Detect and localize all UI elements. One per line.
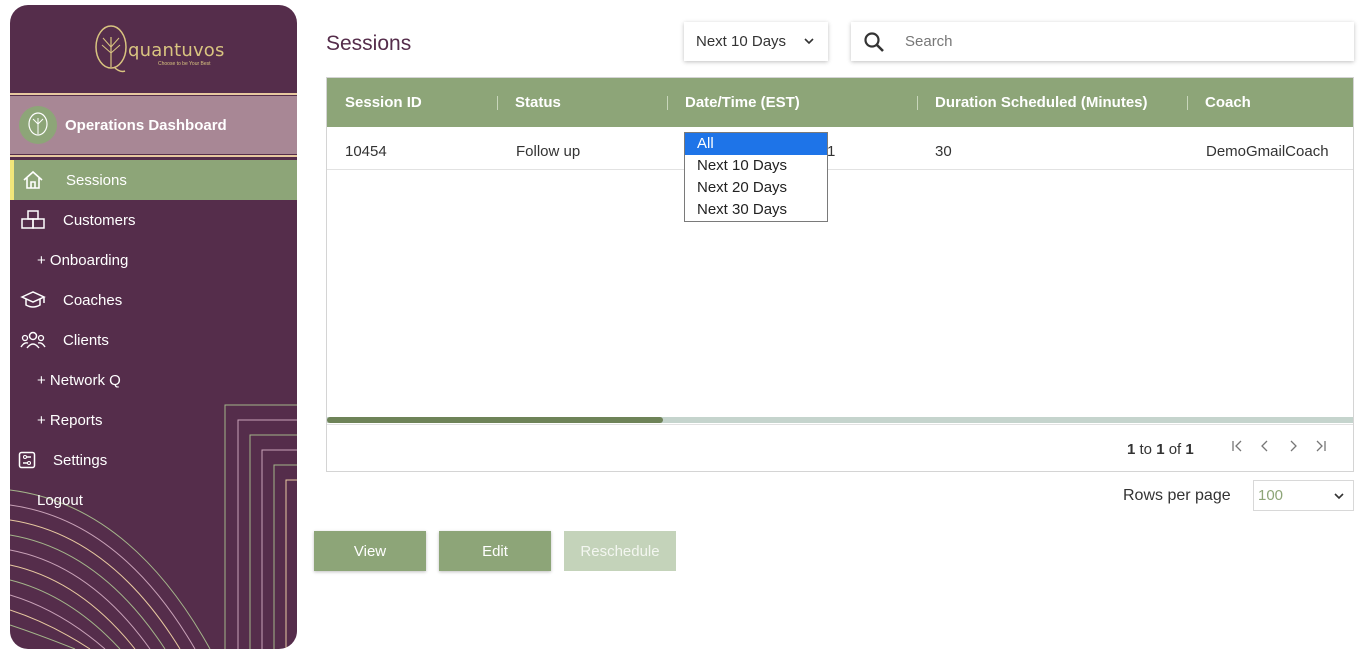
cell-duration: 30 [935,143,952,160]
date-range-select[interactable]: Next 10 Days [684,22,828,61]
sidebar-item-clients[interactable]: Clients [10,320,297,360]
view-button[interactable]: View [314,531,426,571]
pagination-summary: 1 to 1 of 1 [1127,441,1194,458]
sidebar-nav: Sessions Customers + Onboarding Coaches … [10,160,297,520]
column-separator[interactable] [497,96,498,110]
users-icon [20,329,46,351]
tree-logo-icon [95,25,127,73]
sidebar-item-label: Sessions [66,171,127,189]
cell-session-id: 10454 [345,143,387,160]
sidebar-item-customers[interactable]: Customers [10,200,297,240]
sidebar-item-settings[interactable]: Settings [10,440,297,480]
operations-dashboard-header[interactable]: Operations Dashboard [10,96,297,154]
sidebar-item-network-q[interactable]: + Network Q [10,360,297,400]
column-header-datetime[interactable]: Date/Time (EST) [685,94,800,111]
chevron-down-icon [804,38,814,45]
sidebar-item-onboarding[interactable]: + Onboarding [10,240,297,280]
cell-status: Follow up [516,143,581,160]
sidebar-item-label: Customers [63,211,136,229]
sidebar-item-label: Coaches [63,291,123,309]
divider [10,93,297,95]
home-icon [20,169,46,191]
brand-name: quantuvos [128,40,225,61]
boxes-icon [20,209,46,231]
search-box [851,22,1354,61]
search-input[interactable] [905,33,1305,50]
sidebar-item-label: + Onboarding [37,251,129,269]
rows-per-page-select[interactable]: 100 [1253,480,1354,511]
sidebar: quantuvos Choose to be Your Best Operati… [10,5,297,649]
cell-coach: DemoGmailCoach [1206,143,1329,160]
brand-logo: quantuvos Choose to be Your Best [94,23,224,75]
last-page-icon[interactable] [1315,439,1327,453]
column-header-status[interactable]: Status [515,94,561,111]
sidebar-item-sessions[interactable]: Sessions [10,160,297,200]
column-separator[interactable] [667,96,668,110]
sidebar-item-label: Settings [53,451,108,469]
date-range-dropdown: All Next 10 Days Next 20 Days Next 30 Da… [684,132,828,222]
dropdown-option-next-30-days[interactable]: Next 30 Days [685,199,827,221]
search-icon[interactable] [863,31,885,53]
page-to-word: to [1139,441,1153,458]
column-separator[interactable] [917,96,918,110]
column-header-coach[interactable]: Coach [1205,94,1251,111]
edit-button[interactable]: Edit [439,531,551,571]
operations-dashboard-title: Operations Dashboard [65,116,227,134]
page-title: Sessions [326,32,412,55]
previous-page-icon[interactable] [1259,439,1271,453]
dropdown-option-all[interactable]: All [685,133,827,155]
page-from: 1 [1127,441,1136,458]
page-of-word: of [1168,441,1182,458]
column-header-duration[interactable]: Duration Scheduled (Minutes) [935,94,1148,111]
sidebar-item-reports[interactable]: + Reports [10,400,297,440]
sessions-table: Session ID Status Date/Time (EST) Durati… [326,77,1354,472]
dropdown-option-next-10-days[interactable]: Next 10 Days [685,155,827,177]
tree-badge-icon [19,106,57,144]
sidebar-item-coaches[interactable]: Coaches [10,280,297,320]
sidebar-item-logout[interactable]: Logout [10,480,297,520]
scrollbar-thumb[interactable] [327,417,663,423]
rows-per-page-value: 100 [1258,487,1284,504]
brand-tagline: Choose to be Your Best [158,61,211,67]
rows-per-page-label: Rows per page [1123,487,1231,504]
column-header-session-id[interactable]: Session ID [345,94,422,111]
settings-icon [18,449,36,471]
graduation-cap-icon [20,289,46,311]
sidebar-item-label: Clients [63,331,109,349]
sidebar-item-label: + Reports [37,411,103,429]
table-header: Session ID Status Date/Time (EST) Durati… [327,78,1353,127]
dropdown-option-next-20-days[interactable]: Next 20 Days [685,177,827,199]
pagination: 1 to 1 of 1 [327,424,1353,471]
table-row[interactable]: 10454 Follow up 1 30 DemoGmailCoach [327,127,1353,170]
divider [10,155,297,157]
page-total: 1 [1185,441,1194,458]
page-to: 1 [1156,441,1165,458]
sidebar-item-label: Logout [37,491,83,509]
reschedule-button[interactable]: Reschedule [564,531,676,571]
date-range-value: Next 10 Days [696,33,787,50]
first-page-icon[interactable] [1231,439,1243,453]
column-separator[interactable] [1187,96,1188,110]
horizontal-scrollbar[interactable] [327,417,1353,423]
cell-datetime: 1 [827,143,836,160]
sidebar-item-label: + Network Q [37,371,121,389]
chevron-down-icon [1334,493,1344,500]
next-page-icon[interactable] [1287,439,1299,453]
